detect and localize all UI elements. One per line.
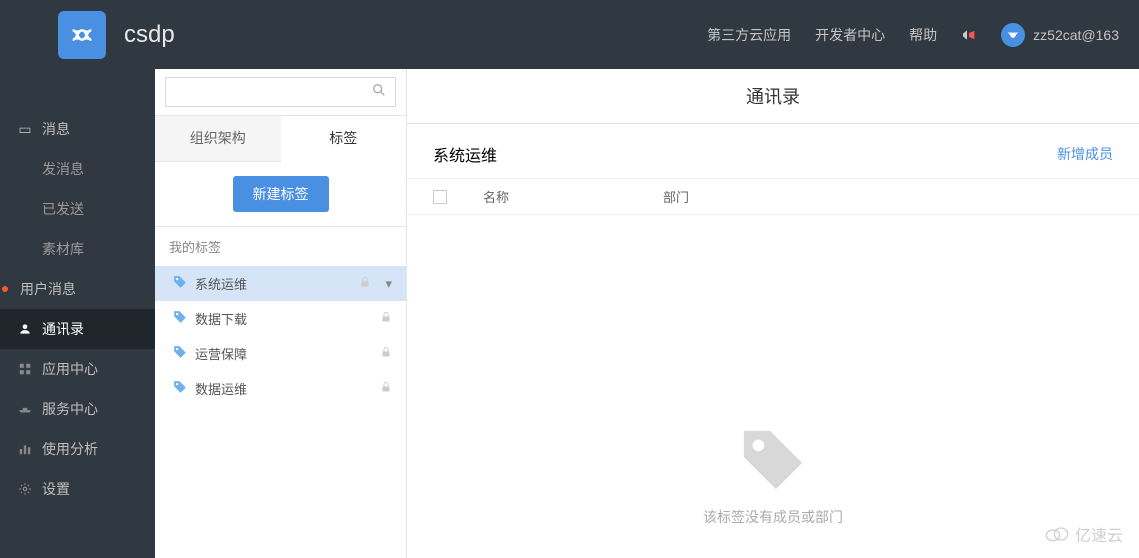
- tag-icon: [173, 380, 187, 397]
- tag-item[interactable]: 系统运维 ▾: [155, 266, 406, 301]
- logo-icon: [68, 21, 96, 49]
- nav-materials[interactable]: 素材库: [0, 229, 155, 269]
- tag-icon: [173, 275, 187, 292]
- nav-label: 通讯录: [42, 319, 84, 339]
- add-member-link[interactable]: 新增成员: [1057, 144, 1113, 164]
- tag-label: 数据运维: [195, 379, 247, 398]
- page-title: 通讯录: [407, 69, 1139, 124]
- watermark-icon: [1045, 526, 1069, 542]
- nav-label: 服务中心: [42, 399, 98, 419]
- new-tag-button[interactable]: 新建标签: [233, 176, 329, 212]
- watermark-text: 亿速云: [1075, 522, 1123, 546]
- mid-panel: 组织架构 标签 新建标签 我的标签 系统运维 ▾ 数据下载 运营保障 数据运维: [155, 69, 407, 558]
- tag-item[interactable]: 运营保障: [155, 336, 406, 371]
- empty-tag-icon: [407, 425, 1139, 495]
- header-link-dev[interactable]: 开发者中心: [815, 25, 885, 45]
- tag-item[interactable]: 数据运维: [155, 371, 406, 406]
- sidebar-nav: ▭ 消息 发消息 已发送 素材库 用户消息 通讯录 应用中心: [0, 69, 155, 558]
- message-icon: ▭: [18, 122, 32, 136]
- apps-icon: [18, 362, 32, 376]
- tag-icon: [173, 310, 187, 327]
- header-right: 第三方云应用 开发者中心 帮助 zz52cat@163: [707, 23, 1119, 47]
- user-menu[interactable]: zz52cat@163: [1001, 23, 1119, 47]
- user-avatar-icon: [1001, 23, 1025, 47]
- nav-messages[interactable]: ▭ 消息: [0, 109, 155, 149]
- notification-icon[interactable]: [961, 27, 977, 43]
- tag-item[interactable]: 数据下载: [155, 301, 406, 336]
- th-dept: 部门: [663, 187, 1113, 206]
- lock-icon: [380, 311, 392, 326]
- th-name: 名称: [483, 187, 663, 206]
- app-logo: [58, 11, 106, 59]
- service-icon: [18, 402, 32, 416]
- search-icon[interactable]: [371, 82, 387, 103]
- table-header: 名称 部门: [407, 178, 1139, 215]
- nav-label: 用户消息: [20, 279, 76, 299]
- section-name: 系统运维: [433, 142, 497, 166]
- tag-icon: [173, 345, 187, 362]
- gear-icon: [18, 482, 32, 496]
- content-header: 系统运维 新增成员: [407, 124, 1139, 178]
- new-tag-wrap: 新建标签: [155, 162, 406, 227]
- notification-dot-icon: [2, 286, 8, 292]
- stats-icon: [18, 442, 32, 456]
- nav-label: 素材库: [42, 239, 84, 259]
- nav-label: 发消息: [42, 159, 84, 179]
- nav-apps[interactable]: 应用中心: [0, 349, 155, 389]
- header-link-thirdparty[interactable]: 第三方云应用: [707, 25, 791, 45]
- search-box: [165, 77, 396, 107]
- nav-user-messages[interactable]: 用户消息: [0, 269, 155, 309]
- nav-label: 已发送: [42, 199, 84, 219]
- empty-state: 该标签没有成员或部门: [407, 425, 1139, 527]
- panel-tabs: 组织架构 标签: [155, 116, 406, 162]
- chevron-down-icon[interactable]: ▾: [385, 276, 392, 292]
- header-link-help[interactable]: 帮助: [909, 25, 937, 45]
- nav-label: 应用中心: [42, 359, 98, 379]
- nav-label: 使用分析: [42, 439, 98, 459]
- search-input[interactable]: [174, 85, 371, 100]
- user-name: zz52cat@163: [1033, 27, 1119, 43]
- nav-label: 设置: [42, 479, 70, 499]
- tab-org[interactable]: 组织架构: [155, 116, 281, 161]
- lock-icon: [359, 276, 371, 291]
- contacts-icon: [18, 322, 32, 336]
- tag-label: 数据下载: [195, 309, 247, 328]
- nav-sent[interactable]: 已发送: [0, 189, 155, 229]
- main-content: 通讯录 系统运维 新增成员 名称 部门 该标签没有成员或部门: [407, 69, 1139, 558]
- app-header: csdp 第三方云应用 开发者中心 帮助 zz52cat@163: [0, 0, 1139, 69]
- tag-section-title: 我的标签: [155, 227, 406, 266]
- nav-analytics[interactable]: 使用分析: [0, 429, 155, 469]
- empty-text: 该标签没有成员或部门: [407, 507, 1139, 527]
- tab-tag[interactable]: 标签: [281, 116, 407, 162]
- tag-label: 系统运维: [195, 274, 247, 293]
- select-all-checkbox[interactable]: [433, 190, 447, 204]
- watermark: 亿速云: [1045, 522, 1123, 546]
- tag-label: 运营保障: [195, 344, 247, 363]
- lock-icon: [380, 346, 392, 361]
- nav-contacts[interactable]: 通讯录: [0, 309, 155, 349]
- nav-service[interactable]: 服务中心: [0, 389, 155, 429]
- nav-label: 消息: [42, 119, 70, 139]
- search-wrap: [155, 69, 406, 116]
- th-checkbox: [433, 190, 483, 204]
- lock-icon: [380, 381, 392, 396]
- app-name: csdp: [124, 21, 175, 49]
- nav-settings[interactable]: 设置: [0, 469, 155, 509]
- nav-send-message[interactable]: 发消息: [0, 149, 155, 189]
